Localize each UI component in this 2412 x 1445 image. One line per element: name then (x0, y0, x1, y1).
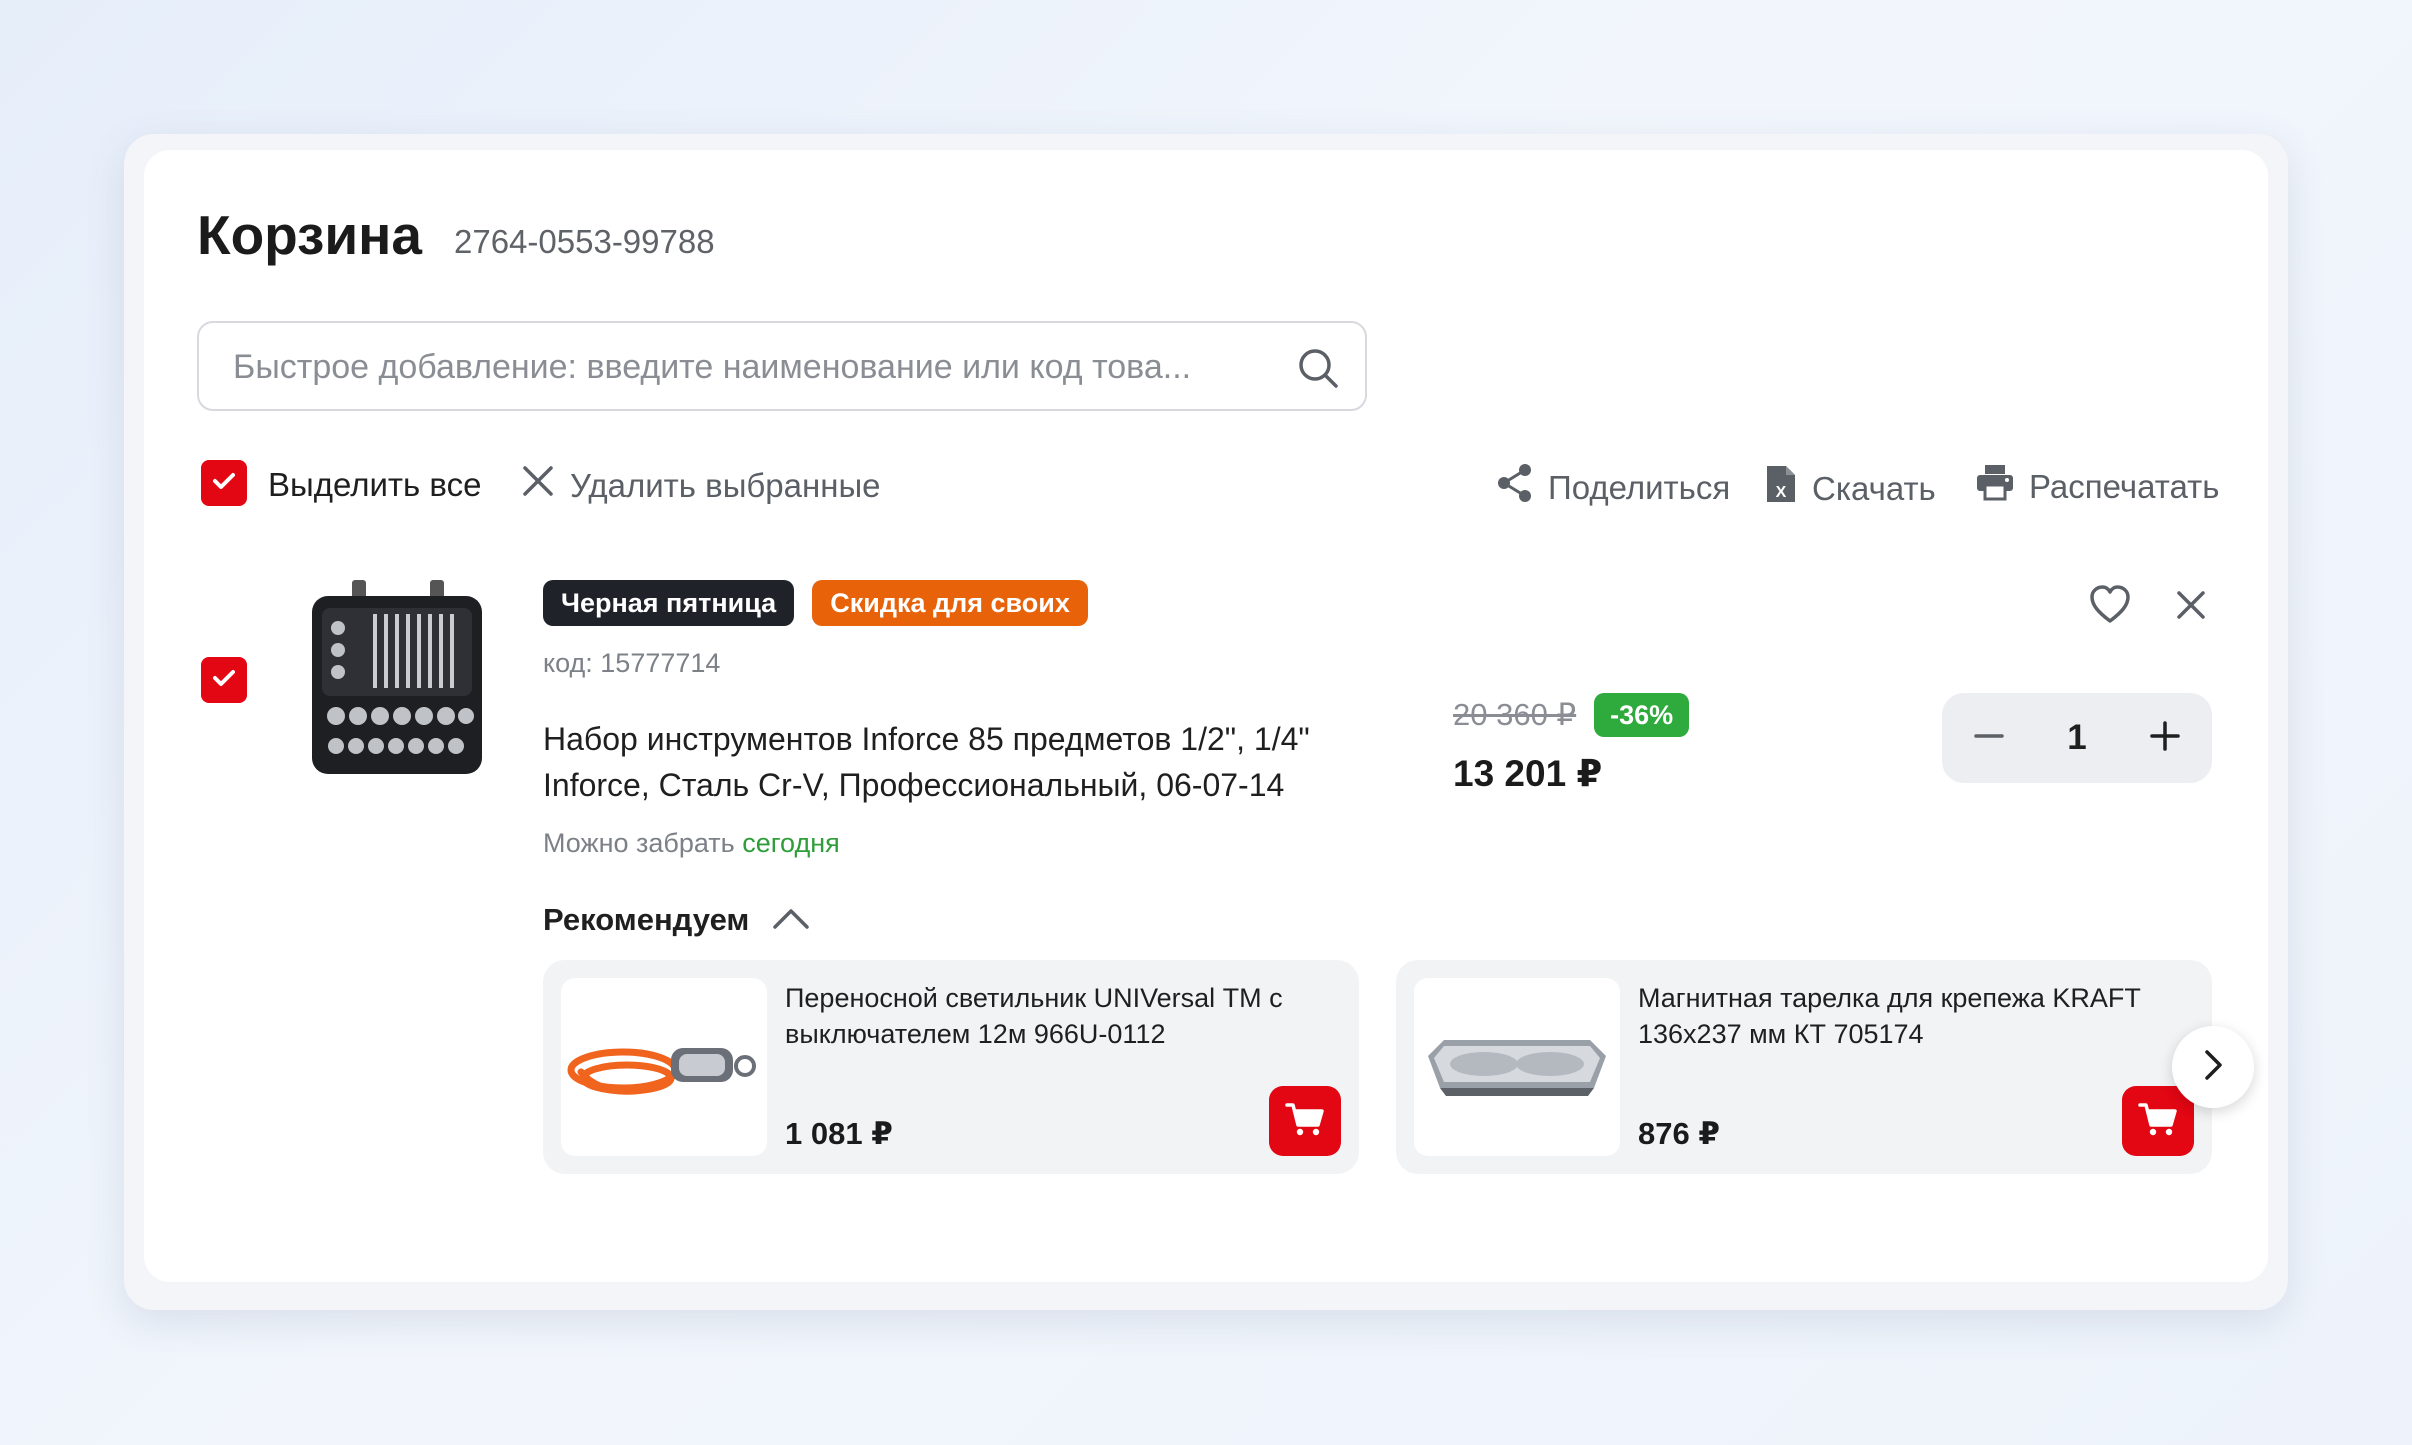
carousel-next-button[interactable] (2172, 1026, 2254, 1108)
order-number: 2764-0553-99788 (454, 223, 715, 260)
check-icon (209, 663, 239, 698)
increase-button[interactable] (2140, 713, 2190, 763)
chevron-right-icon (2198, 1048, 2228, 1087)
old-price: 20 360 ₽ (1453, 697, 1577, 732)
pickup-info: Можно забрать сегодня (543, 826, 840, 860)
select-all-label[interactable]: Выделить все (268, 465, 481, 505)
select-all-checkbox[interactable] (201, 460, 247, 506)
delete-selected-label: Удалить выбранные (570, 466, 881, 504)
quantity-value[interactable]: 1 (2047, 713, 2107, 763)
cart-icon (2138, 1101, 2178, 1142)
recommendations-title: Рекомендуем (543, 902, 750, 937)
quantity-stepper: 1 (1942, 693, 2212, 783)
print-button[interactable]: Распечатать (1975, 463, 2219, 510)
price-old-row: 20 360 ₽ -36% (1453, 693, 1690, 737)
recommendation-card[interactable]: Магнитная тарелка для крепежа KRAFT 136x… (1396, 960, 2212, 1174)
recommendation-price: 876 ₽ (1638, 1116, 1720, 1151)
item-badges: Черная пятница Скидка для своих (543, 580, 1088, 626)
quick-add-input[interactable] (233, 343, 1233, 391)
close-icon (520, 463, 556, 508)
item-checkbox[interactable] (201, 657, 247, 703)
recommendation-name[interactable]: Переносной светильник UNIVersal ТМ с вык… (785, 980, 1315, 1052)
share-icon (1496, 463, 1534, 512)
search-icon[interactable] (1295, 345, 1341, 391)
recommendation-card[interactable]: Переносной светильник UNIVersal ТМ с вык… (543, 960, 1359, 1174)
plus-icon (2149, 720, 2181, 757)
discount-badge: -36% (1594, 693, 1690, 737)
heart-icon (2088, 585, 2132, 631)
page-title: Корзина (197, 204, 422, 266)
pickup-when: сегодня (742, 828, 840, 858)
minus-icon (1973, 720, 2005, 757)
download-button[interactable]: X Скачать (1764, 463, 1936, 514)
printer-icon (1975, 463, 2015, 510)
share-button[interactable]: Поделиться (1496, 463, 1730, 512)
recommendation-image-lamp (561, 978, 767, 1156)
add-to-cart-button[interactable] (2122, 1086, 2194, 1156)
recommendation-name[interactable]: Магнитная тарелка для крепежа KRAFT 136x… (1638, 980, 2168, 1052)
product-image-tool-set[interactable] (300, 578, 492, 783)
svg-text:X: X (1776, 484, 1787, 501)
add-to-cart-button[interactable] (1269, 1086, 1341, 1156)
share-label: Поделиться (1548, 468, 1731, 506)
badge-friends-discount: Скидка для своих (812, 580, 1088, 626)
item-price: 13 201 ₽ (1453, 753, 1603, 794)
print-label: Распечатать (2029, 467, 2220, 505)
excel-file-icon: X (1764, 463, 1798, 514)
remove-item-button[interactable] (2172, 586, 2210, 624)
decrease-button[interactable] (1964, 713, 2014, 763)
favorite-button[interactable] (2088, 583, 2132, 627)
close-icon (2172, 591, 2210, 628)
recommendation-price: 1 081 ₽ (785, 1116, 893, 1151)
delete-selected-button[interactable]: Удалить выбранные (520, 463, 881, 508)
item-name[interactable]: Набор инструментов Inforce 85 предметов … (543, 716, 1363, 808)
cart-icon (1285, 1101, 1325, 1142)
recommendations-toggle[interactable]: Рекомендуем (543, 900, 811, 940)
badge-black-friday: Черная пятница (543, 580, 795, 626)
chevron-up-icon (771, 905, 811, 936)
pickup-label: Можно забрать (543, 828, 735, 858)
recommendation-image-magnetic-tray (1414, 978, 1620, 1156)
item-code: код: 15777714 (543, 648, 721, 678)
download-label: Скачать (1812, 469, 1936, 507)
quick-add-search (197, 321, 1367, 411)
check-icon (209, 466, 239, 501)
